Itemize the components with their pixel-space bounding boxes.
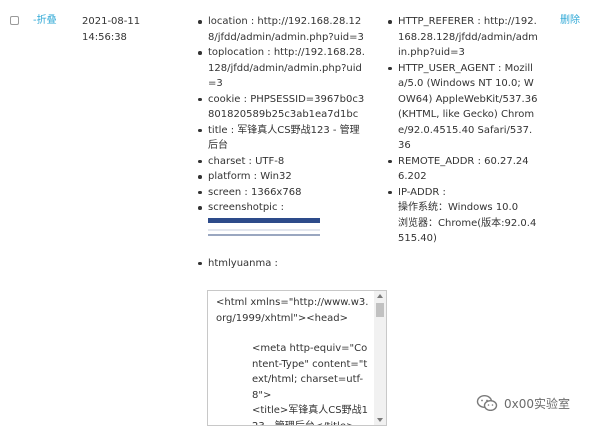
- detail-http-user-agent: HTTP_USER_AGENT : Mozilla/5.0 (Windows N…: [388, 61, 538, 154]
- detail-list-left: location : http://192.168.28.128/jfdd/ad…: [198, 14, 368, 271]
- detail-platform: platform : Win32: [198, 169, 368, 185]
- wechat-icon: [476, 394, 498, 412]
- ip-browser-line: 浏览器：Chrome(版本:92.0.4515.40): [398, 217, 537, 245]
- row-time: 14:56:38: [82, 32, 127, 43]
- ip-os-line: 操作系统：Windows 10.0: [398, 202, 519, 213]
- html-source-textarea[interactable]: <html xmlns="http://www.w3.org/1999/xhtm…: [207, 290, 387, 426]
- screenshot-thumbnail[interactable]: [208, 217, 320, 238]
- detail-http-referer: HTTP_REFERER : http://192.168.28.128/jfd…: [388, 14, 538, 61]
- row-date: 2021-08-11: [82, 16, 141, 27]
- scroll-up-icon[interactable]: [377, 294, 383, 298]
- detail-htmlyuanma: htmlyuanma :: [198, 256, 368, 272]
- source-line: <html xmlns="http://www.w3.org/1999/xhtm…: [216, 297, 369, 324]
- source-line: <meta http-equiv="Content-Type" content=…: [252, 343, 368, 401]
- scroll-down-icon[interactable]: [377, 418, 383, 422]
- detail-cookie: cookie : PHPSESSID=3967b0c3801820589b25c…: [198, 92, 368, 123]
- textarea-scrollbar[interactable]: [374, 291, 386, 425]
- detail-title: title : 军锋真人CS野战123 - 管理后台: [198, 123, 368, 154]
- scroll-thumb[interactable]: [376, 303, 384, 317]
- detail-screen: screen : 1366x768: [198, 185, 368, 201]
- row-datetime: 2021-08-11 14:56:38: [82, 14, 162, 46]
- collapse-link[interactable]: -折叠: [33, 14, 57, 27]
- detail-list-right: HTTP_REFERER : http://192.168.28.128/jfd…: [388, 14, 538, 247]
- row-checkbox[interactable]: [10, 16, 19, 25]
- detail-ip-addr: IP-ADDR : 操作系统：Windows 10.0 浏览器：Chrome(版…: [388, 185, 538, 247]
- watermark-text: 0x00实验室: [504, 396, 571, 411]
- delete-link[interactable]: 删除: [560, 14, 580, 27]
- detail-screenshotpic: screenshotpic :: [198, 200, 368, 238]
- source-line: <title>军锋真人CS野战123 - 管理后台</title>: [252, 405, 369, 426]
- source-blank-line: [216, 326, 372, 341]
- detail-charset: charset : UTF-8: [198, 154, 368, 170]
- html-source-content: <html xmlns="http://www.w3.org/1999/xhtm…: [216, 295, 372, 426]
- detail-toplocation: toplocation : http://192.168.28.128/jfdd…: [198, 45, 368, 92]
- detail-location: location : http://192.168.28.128/jfdd/ad…: [198, 14, 368, 45]
- detail-remote-addr: REMOTE_ADDR : 60.27.246.202: [388, 154, 538, 185]
- watermark: 0x00实验室: [476, 392, 570, 414]
